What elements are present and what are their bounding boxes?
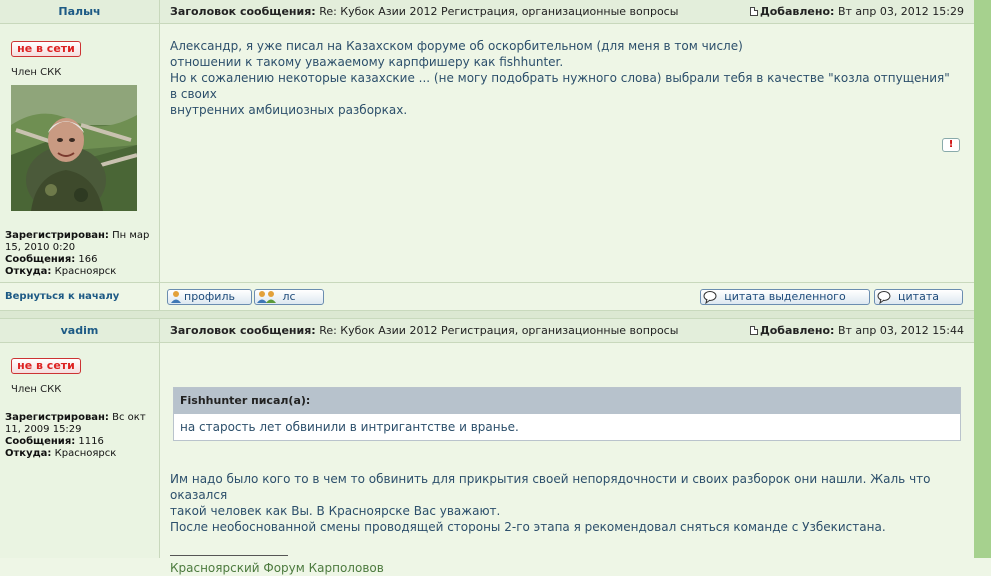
- added-date: Вт апр 03, 2012 15:29: [837, 5, 964, 18]
- post-header: Палыч Заголовок сообщения: Re: Кубок Ази…: [0, 0, 974, 24]
- quote-selected-button[interactable]: цитата выделенного: [700, 289, 870, 305]
- quote-header: Fishhunter писал(а):: [174, 388, 960, 414]
- added-label: Добавлено:: [759, 324, 835, 337]
- author-profile: не в сети Член СКК Зарегистрирован: Вс о…: [0, 343, 160, 558]
- signature: Красноярский Форум Карполовов: [170, 561, 384, 575]
- post: vadim Заголовок сообщения: Re: Кубок Ази…: [0, 319, 974, 575]
- subject-text: Re: Кубок Азии 2012 Регистрация, организ…: [319, 5, 679, 18]
- private-message-button[interactable]: лс: [254, 289, 324, 305]
- location: Красноярск: [54, 448, 117, 459]
- avatar-image: [11, 85, 137, 211]
- pm-button-label: лс: [282, 290, 296, 303]
- message-line: Но к сожалению некоторые казахские ... (…: [170, 71, 950, 101]
- added-date: Вт апр 03, 2012 15:44: [837, 324, 964, 337]
- user-info: Зарегистрирован: Вс окт 11, 2009 15:29 С…: [5, 412, 157, 460]
- quote-block: Fishhunter писал(а): на старость лет обв…: [173, 387, 961, 441]
- post-subject: Заголовок сообщения: Re: Кубок Азии 2012…: [170, 0, 678, 23]
- post-body: Александр, я уже писал на Казахском фору…: [160, 24, 974, 282]
- posts-count: 1116: [78, 436, 104, 447]
- profile-button[interactable]: профиль: [167, 289, 252, 305]
- location-label: Откуда:: [5, 266, 52, 277]
- user-info: Зарегистрирован: Пн мар 15, 2010 0:20 Со…: [5, 230, 157, 278]
- post: Палыч Заголовок сообщения: Re: Кубок Ази…: [0, 0, 974, 310]
- profile-button-label: профиль: [184, 290, 235, 303]
- message-line: После необоснованной смены проводящей ст…: [170, 520, 886, 534]
- message-line: Им надо было кого то в чем то обвинить д…: [170, 472, 931, 502]
- posts-count-label: Сообщения:: [5, 436, 76, 447]
- offline-status-badge: не в сети: [11, 358, 81, 374]
- message-line: Александр, я уже писал на Казахском фору…: [170, 39, 743, 53]
- user-rank: Член СКК: [11, 67, 62, 78]
- post-header: vadim Заголовок сообщения: Re: Кубок Ази…: [0, 319, 974, 343]
- quote-button[interactable]: цитата: [874, 289, 963, 305]
- forum-topic: Палыч Заголовок сообщения: Re: Кубок Ази…: [0, 0, 974, 575]
- location: Красноярск: [54, 266, 117, 277]
- post-separator: [0, 310, 974, 319]
- post-body: Fishhunter писал(а): на старость лет обв…: [160, 343, 974, 575]
- message-text: Александр, я уже писал на Казахском фору…: [170, 38, 960, 118]
- author-profile: не в сети Член СКК Зарегистрирован: Пн м…: [0, 24, 160, 282]
- subject-text: Re: Кубок Азии 2012 Регистрация, организ…: [319, 324, 679, 337]
- posts-count-label: Сообщения:: [5, 254, 76, 265]
- message-line: внутренних амбициозных разборках.: [170, 103, 408, 117]
- registered-label: Зарегистрирован:: [5, 412, 109, 423]
- back-to-top-link[interactable]: Вернуться к началу: [0, 283, 160, 310]
- message-text: Им надо было кого то в чем то обвинить д…: [170, 471, 960, 535]
- post-date: Добавлено: Вт апр 03, 2012 15:44: [749, 319, 964, 342]
- message-line: отношении к такому уважаемому карпфишеру…: [170, 55, 564, 69]
- post-subject: Заголовок сообщения: Re: Кубок Азии 2012…: [170, 319, 678, 342]
- post-author[interactable]: vadim: [0, 319, 160, 342]
- quote-selected-label: цитата выделенного: [724, 290, 846, 303]
- post-footer: Вернуться к началу профиль лс цитата выд…: [0, 282, 974, 310]
- user-rank: Член СКК: [11, 384, 62, 395]
- location-label: Откуда:: [5, 448, 52, 459]
- added-label: Добавлено:: [759, 5, 835, 18]
- quote-text: на старость лет обвинили в интригантстве…: [180, 420, 519, 434]
- post-date: Добавлено: Вт апр 03, 2012 15:29: [749, 0, 964, 23]
- posts-count: 166: [78, 254, 98, 265]
- subject-label: Заголовок сообщения:: [170, 5, 316, 18]
- message-line: такой человек как Вы. В Красноярске Вас …: [170, 504, 501, 518]
- quote-label: цитата: [898, 290, 939, 303]
- report-post-button[interactable]: !: [942, 138, 960, 152]
- offline-status-badge: не в сети: [11, 41, 81, 57]
- signature-divider: [170, 555, 288, 556]
- right-decorative-strip: [974, 0, 991, 558]
- post-author[interactable]: Палыч: [0, 0, 160, 23]
- avatar: [11, 85, 137, 211]
- subject-label: Заголовок сообщения:: [170, 324, 316, 337]
- registered-label: Зарегистрирован:: [5, 230, 109, 241]
- post-document-icon[interactable]: [749, 326, 758, 335]
- post-document-icon[interactable]: [749, 7, 758, 16]
